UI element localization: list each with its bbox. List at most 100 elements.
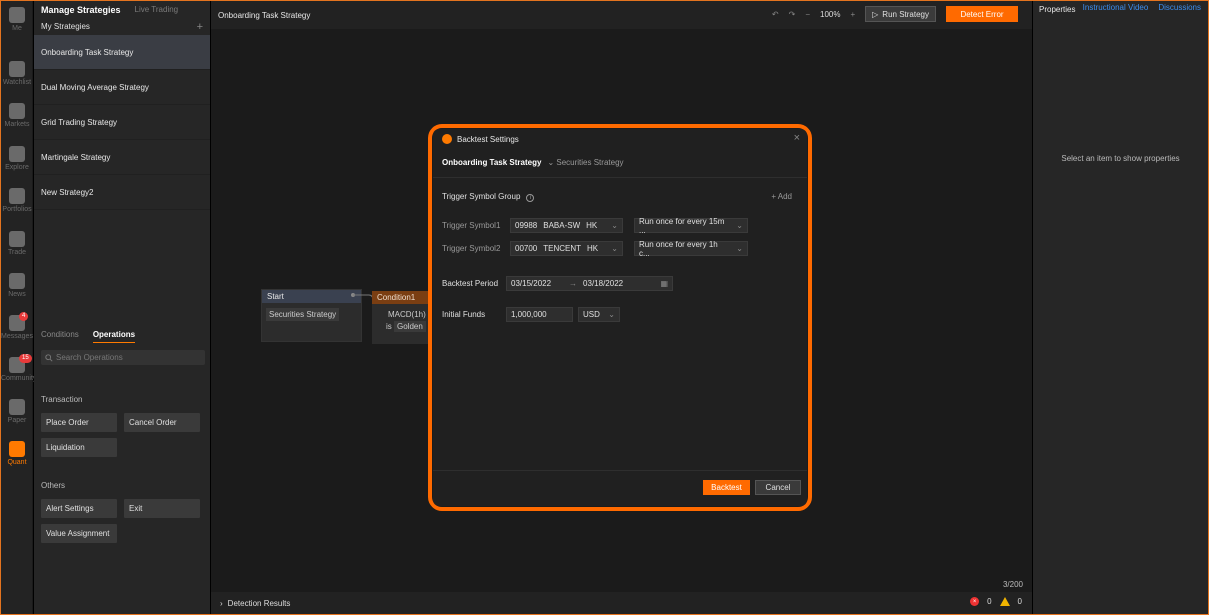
instructional-video-link[interactable]: Instructional Video [1083,3,1149,12]
currency-value: USD [583,310,600,319]
notification-badge: 4 [19,312,29,321]
condition-rule: is Golden [386,321,428,332]
properties-panel: Properties Select an item to show proper… [1033,1,1208,614]
canvas-title: Onboarding Task Strategy [218,10,311,20]
transaction-title: Transaction [41,395,83,404]
live-trading-tab[interactable]: Live Trading [135,5,179,14]
search-icon [45,353,53,362]
app-logo-icon [442,134,452,144]
exit-button[interactable]: Exit [124,499,200,518]
detection-results-label: Detection Results [227,598,291,608]
rail-item-messages[interactable]: Messages 4 [1,312,33,340]
modal-title: Backtest Settings [457,134,519,144]
rail-item-explore[interactable]: Explore [1,146,33,171]
value-assignment-button[interactable]: Value Assignment [41,524,117,543]
detect-error-button[interactable]: Detect Error [946,6,1018,22]
currency-select[interactable]: USD ⌄ [578,307,620,322]
info-icon[interactable]: i [526,194,535,202]
zoom-in-icon[interactable]: + [850,10,855,19]
condition-prefix: is [386,322,392,331]
news-icon [9,273,25,289]
symbol-code: 00700 [515,244,538,253]
search-operations-input[interactable]: Search Operations [41,350,205,365]
strategies-header: Manage Strategies Live Trading [34,1,210,18]
strategy-item[interactable]: Onboarding Task Strategy [34,35,210,70]
trigger-group-label: Trigger Symbol Group i [442,192,535,202]
left-rail: Me Watchlist Markets Explore Portfolios Trade… [1,1,36,614]
chevron-down-icon: ⌄ [608,310,615,319]
arrow-right-icon: → [569,279,578,288]
run-strategy-button[interactable]: ▷ Run Strategy [865,6,936,22]
backtest-button[interactable]: Backtest [703,480,750,495]
explore-icon [9,146,25,162]
place-order-button[interactable]: Place Order [41,413,117,432]
rail-item-markets[interactable]: Markets [1,103,33,128]
rail-label: Quant [7,459,27,466]
rail-item-quant[interactable]: Quant [1,441,33,466]
divider [433,470,807,471]
initial-funds-label: Initial Funds [442,310,486,319]
backtest-period-label: Backtest Period [442,279,499,288]
add-strategy-icon[interactable]: + [197,21,203,33]
markets-icon [9,103,25,119]
rail-label: Watchlist [2,79,32,86]
frequency-value: Run once for every 15m ... [639,216,725,235]
trigger-frequency1-select[interactable]: Run once for every 15m ... ⌄ [634,216,748,235]
backtest-settings-modal: Backtest Settings × Onboarding Task Stra… [433,129,807,506]
trigger-symbol2-select[interactable]: 00700 TENCENT HK ⌄ [510,241,623,256]
symbol-code: 09988 [515,221,538,230]
frequency-value: Run once for every 1h c... [639,239,718,258]
rail-item-news[interactable]: News [1,273,33,298]
discussions-link[interactable]: Discussions [1158,3,1201,12]
rail-item-trade[interactable]: Trade [1,231,33,256]
rail-label: Messages [1,333,33,340]
close-icon[interactable]: × [794,132,800,144]
strategy-item[interactable]: Dual Moving Average Strategy [34,70,210,105]
detection-results-bar[interactable]: › Detection Results × 0 0 [211,592,1032,614]
divider [433,177,807,178]
modal-strategy-selector[interactable]: Onboarding Task Strategy ⌄ Securities St… [442,158,624,167]
rail-item-community[interactable]: Community 15 [1,354,36,382]
alert-settings-button[interactable]: Alert Settings [41,499,117,518]
undo-icon[interactable]: ↶ [772,10,779,19]
ops-tabs: Conditions Operations [41,330,136,343]
tab-conditions[interactable]: Conditions [41,330,79,343]
portfolios-icon [9,188,25,204]
rail-label: Me [12,25,22,32]
properties-empty-text: Select an item to show properties [1061,154,1180,163]
strategy-type: ⌄ Securities Strategy [547,158,623,167]
watchlist-icon [9,61,25,77]
manage-strategies-title: Manage Strategies [41,4,121,15]
trigger-frequency2-select[interactable]: Run once for every 1h c... ⌄ [634,239,748,258]
add-symbol-button[interactable]: + Add [771,192,792,201]
rail-item-me[interactable]: Me [1,7,33,32]
zoom-out-icon[interactable]: − [805,10,810,19]
start-node[interactable]: Start Securities Strategy [261,289,362,342]
strategies-panel: Manage Strategies Live Trading My Strate… [34,1,210,614]
trigger-symbol1-select[interactable]: 09988 BABA-SW HK ⌄ [510,218,623,233]
rail-label: News [8,291,26,298]
rail-label: Explore [5,164,29,171]
modal-header: Backtest Settings [442,134,519,144]
tab-operations[interactable]: Operations [92,330,136,343]
backtest-period-input[interactable]: 03/15/2022 → 03/18/2022 ▦ [506,276,673,291]
strategy-item[interactable]: Martingale Strategy [34,140,210,175]
rail-item-portfolios[interactable]: Portfolios [1,188,33,213]
condition-node[interactable]: Condition1 MACD(1h) is Golden [372,291,428,344]
strategy-item[interactable]: Grid Trading Strategy [34,105,210,140]
others-title: Others [41,481,66,490]
detection-stats: × 0 0 [970,597,1022,606]
redo-icon[interactable]: ↷ [789,10,796,19]
cancel-order-button[interactable]: Cancel Order [124,413,200,432]
condition-value: Golden [394,321,426,332]
liquidation-button[interactable]: Liquidation [41,438,117,457]
search-placeholder: Search Operations [56,353,123,362]
rail-item-paper[interactable]: Paper [1,399,33,424]
condition-node-title: Condition1 [372,291,428,304]
cancel-button[interactable]: Cancel [755,480,801,495]
strategy-name: Onboarding Task Strategy [442,158,542,167]
trigger-symbol2-label: Trigger Symbol2 [442,244,501,253]
rail-item-watchlist[interactable]: Watchlist [1,61,33,86]
strategy-item[interactable]: New Strategy2 [34,175,210,210]
initial-funds-input[interactable]: 1,000,000 [506,307,573,322]
